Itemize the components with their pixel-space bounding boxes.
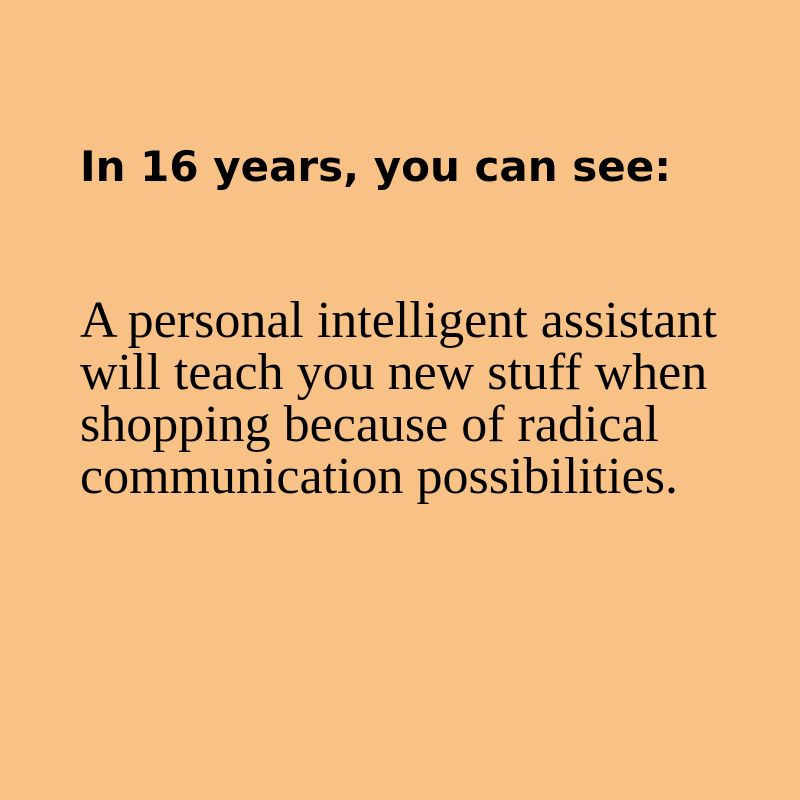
card-body-text: A personal intelligent assistant will te…: [80, 292, 717, 505]
quote-card: In 16 years, you can see: A personal int…: [0, 0, 800, 800]
card-headline: In 16 years, you can see:: [80, 142, 671, 191]
